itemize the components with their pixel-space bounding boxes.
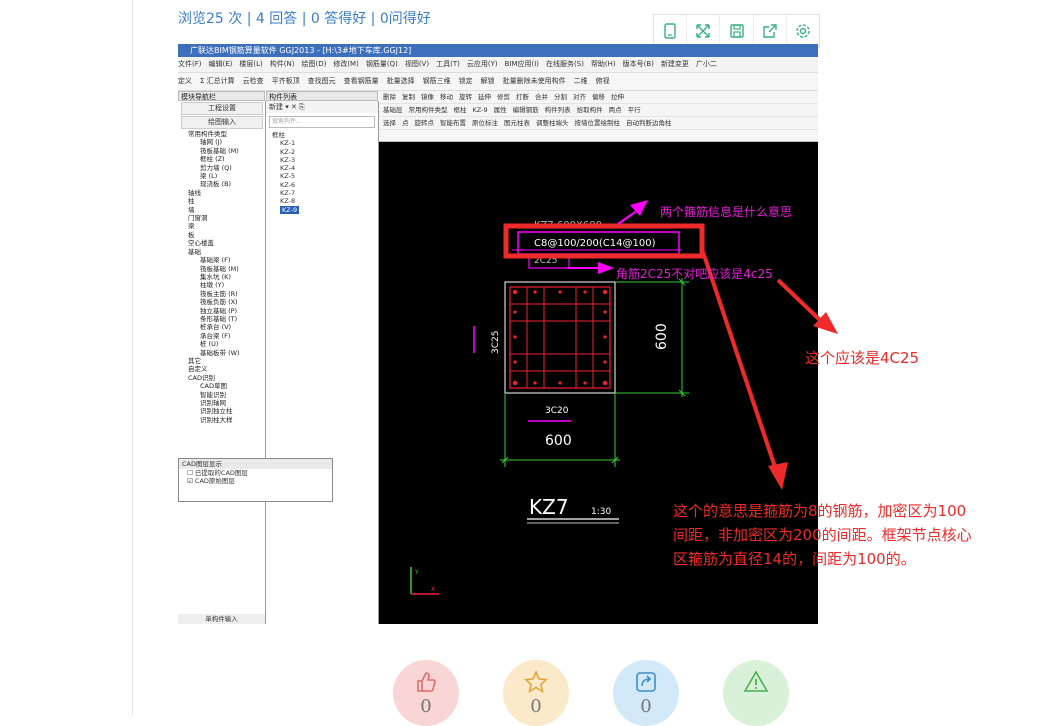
answer-annotation-2: 这个的意思是箍筋为8的钢筋，加密区为100 间距，非加密区为200的间距。框架节… [673,502,972,568]
question-annotation-1: 两个箍筋信息是什么意思 [660,205,793,219]
star-icon [524,670,548,694]
like-button[interactable]: 0 [393,660,459,726]
favorite-button[interactable]: 0 [503,660,569,726]
like-icon [417,672,436,692]
share-button[interactable]: 0 [613,660,679,726]
report-button[interactable] [723,660,789,726]
action-buttons: 0 0 0 [0,660,1052,726]
share-icon [636,672,656,692]
report-icon [744,670,768,692]
question-annotation-2: 角筋2C25不对吧应该是4c25 [616,267,773,281]
share-count: 0 [640,696,652,717]
answer-annotation-1: 这个应该是4C25 [805,349,920,367]
like-count: 0 [420,696,432,717]
favorite-count: 0 [530,696,542,717]
